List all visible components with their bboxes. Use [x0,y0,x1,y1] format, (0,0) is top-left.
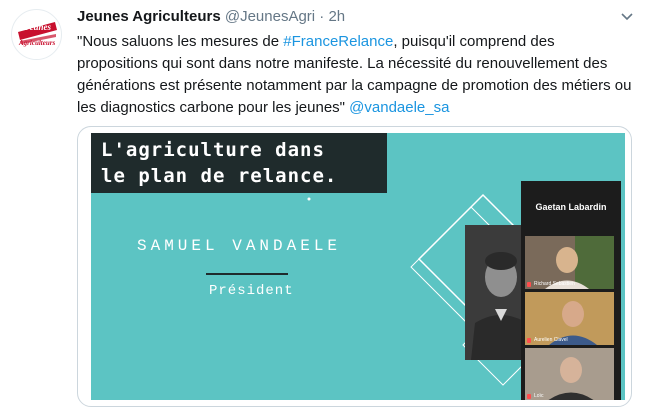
logo-text: Agriculteurs [19,39,56,47]
divider [206,273,288,275]
participant-tile: Aurelien Clavel [525,292,614,345]
separator: · [319,8,325,25]
tweet-header: Jeunes Agriculteurs @JeunesAgri · 2h [77,8,345,25]
tweet-text-part: "Nous saluons les mesures de [77,33,284,50]
tweet[interactable]: Jeunes Agriculteurs Jeunes Agriculteurs … [0,0,657,413]
speaker-role: Président [209,283,294,299]
participant-name: Loïc [534,393,544,399]
panel-title: Gaetan Labardin [535,202,607,212]
timestamp[interactable]: 2h [328,8,345,25]
participant-tile: Richard Sebastien [525,236,614,289]
mic-muted-icon [527,338,531,343]
speaker-name: SAMUEL VANDAELE [137,237,342,255]
logo-mark [18,22,57,44]
mic-muted-icon [527,282,531,287]
mention-link[interactable]: @vandaele_sa [349,99,449,116]
tweet-text: "Nous saluons les mesures de #FranceRela… [77,31,637,119]
video-call-panel: Gaetan Labardin Richard Sebastien Aureli… [521,181,621,400]
author-name[interactable]: Jeunes Agriculteurs [77,8,221,25]
author-handle[interactable]: @JeunesAgri [225,8,315,25]
media-image[interactable]: L'agriculture dans le plan de relance. S… [77,126,632,407]
avatar[interactable]: Jeunes Agriculteurs [11,9,62,60]
slide-title-line: L'agriculture dans [101,139,325,161]
participant-tile: Loïc [525,348,614,400]
chevron-down-icon[interactable] [620,10,634,24]
participant-name: Richard Sebastien [534,281,575,287]
logo-text: Jeunes [25,22,52,32]
participant-name: Aurelien Clavel [534,337,568,343]
slide-title-line: le plan de relance. [101,165,338,187]
presentation-slide: L'agriculture dans le plan de relance. S… [91,133,625,400]
hashtag-link[interactable]: #FranceRelance [283,33,393,50]
mic-muted-icon [527,394,531,399]
